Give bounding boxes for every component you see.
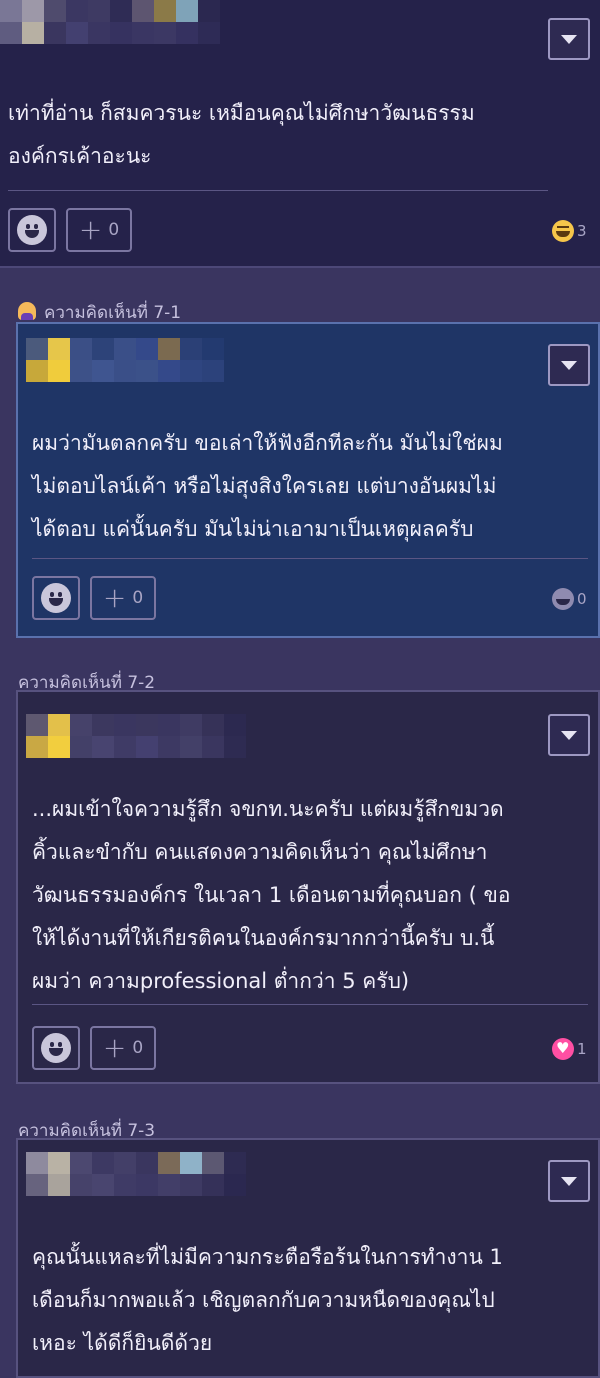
plus-vote-button[interactable]: + 0 xyxy=(90,1026,156,1070)
redacted-username xyxy=(26,1152,246,1196)
smiley-icon xyxy=(552,588,574,610)
reaction-summary[interactable]: 0 xyxy=(552,588,587,610)
chevron-down-icon xyxy=(561,730,577,740)
plus-icon: + xyxy=(102,581,127,614)
comment-body: เท่าที่อ่าน ก็สมควรนะ เหมือนคุณไม่ศึกษาว… xyxy=(8,101,475,168)
top-comment-card: เท่าที่อ่าน ก็สมควรนะ เหมือนคุณไม่ศึกษาว… xyxy=(0,0,600,268)
emoji-reaction-button[interactable] xyxy=(32,1026,80,1070)
reply-body: คุณนั้นแหละที่ไม่มีความกระตือรือร้นในการ… xyxy=(32,1245,503,1355)
chevron-down-icon xyxy=(561,34,577,44)
plus-count: 0 xyxy=(132,1038,144,1058)
plus-count: 0 xyxy=(108,220,120,240)
reply-body: ...ผมเข้าใจความรู้สึก จขกท.นะครับ แต่ผมร… xyxy=(32,797,511,993)
chevron-down-icon xyxy=(561,1176,577,1186)
reply-card: ...ผมเข้าใจความรู้สึก จขกท.นะครับ แต่ผมร… xyxy=(16,690,600,1084)
reply-card: คุณนั้นแหละที่ไม่มีความกระตือรือร้นในการ… xyxy=(16,1138,600,1378)
divider xyxy=(32,1004,588,1005)
plus-vote-button[interactable]: + 0 xyxy=(90,576,156,620)
comment-options-dropdown[interactable] xyxy=(548,344,590,386)
plus-icon: + xyxy=(78,213,103,246)
redacted-username xyxy=(26,338,246,382)
plus-vote-button[interactable]: + 0 xyxy=(66,208,132,252)
heart-emoji-icon xyxy=(552,1038,574,1060)
chevron-down-icon xyxy=(561,360,577,370)
plus-count: 0 xyxy=(132,588,144,608)
divider xyxy=(8,190,548,191)
smiley-icon xyxy=(41,583,71,613)
reaction-count: 0 xyxy=(577,590,587,608)
emoji-reaction-button[interactable] xyxy=(32,576,80,620)
reaction-count: 1 xyxy=(577,1040,587,1058)
smiley-icon xyxy=(17,215,47,245)
reaction-count: 3 xyxy=(577,222,587,240)
reply-body: ผมว่ามันตลกครับ ขอเล่าให้ฟังอีกทีละกัน ม… xyxy=(32,431,503,541)
comment-options-dropdown[interactable] xyxy=(548,18,590,60)
reply-card: ผมว่ามันตลกครับ ขอเล่าให้ฟังอีกทีละกัน ม… xyxy=(16,322,600,638)
reaction-summary[interactable]: 3 xyxy=(552,220,587,242)
plus-icon: + xyxy=(102,1031,127,1064)
redacted-username xyxy=(26,714,246,758)
comment-options-dropdown[interactable] xyxy=(548,714,590,756)
redacted-username xyxy=(0,0,220,44)
laughing-emoji-icon xyxy=(552,220,574,242)
person-icon xyxy=(18,302,36,320)
divider xyxy=(32,558,588,559)
reaction-summary[interactable]: 1 xyxy=(552,1038,587,1060)
comment-options-dropdown[interactable] xyxy=(548,1160,590,1202)
emoji-reaction-button[interactable] xyxy=(8,208,56,252)
smiley-icon xyxy=(41,1033,71,1063)
